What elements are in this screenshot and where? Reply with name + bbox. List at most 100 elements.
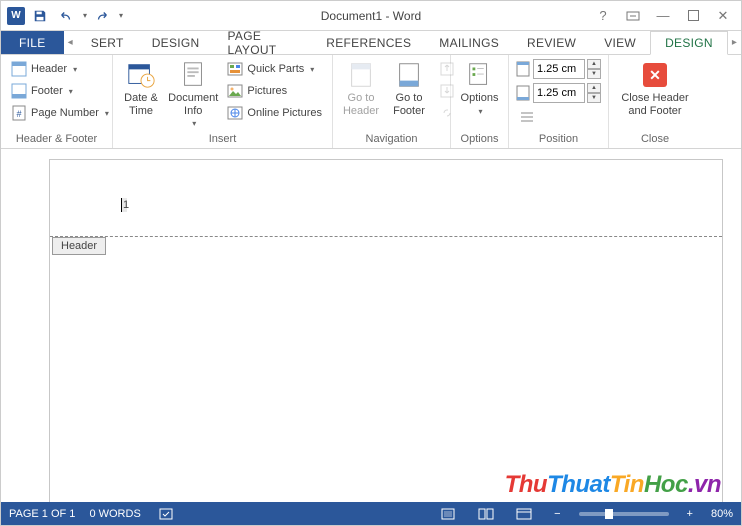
quick-parts-label: Quick Parts bbox=[247, 63, 304, 75]
tab-review[interactable]: REVIEW bbox=[513, 31, 590, 54]
pictures-button[interactable]: Pictures bbox=[223, 80, 326, 102]
close-window-button[interactable]: ✕ bbox=[709, 5, 737, 27]
zoom-level[interactable]: 80% bbox=[711, 508, 733, 520]
title-bar: W ▾ ▾ Document1 - Word ? — ✕ bbox=[1, 1, 741, 31]
goto-footer-button[interactable]: Go to Footer bbox=[387, 58, 431, 119]
print-layout-view-button[interactable] bbox=[436, 502, 460, 525]
group-label-options: Options bbox=[457, 131, 502, 148]
online-pictures-icon bbox=[227, 105, 243, 121]
page-number-label: Page Number bbox=[31, 107, 99, 119]
group-header-footer: Header▾ Footer▾ # Page Number▾ Header & … bbox=[1, 55, 113, 148]
tab-insert[interactable]: SERT bbox=[77, 31, 138, 54]
zoom-out-button[interactable]: − bbox=[550, 502, 564, 525]
quick-parts-button[interactable]: Quick Parts▾ bbox=[223, 58, 326, 80]
tab-scroll-left[interactable]: ◂ bbox=[64, 31, 77, 54]
page-number-button[interactable]: # Page Number ▾ bbox=[7, 102, 113, 124]
group-label-position: Position bbox=[515, 131, 602, 148]
footer-from-bottom-field[interactable]: ▲▼ bbox=[515, 82, 601, 104]
header-from-top-field[interactable]: ▲▼ bbox=[515, 58, 601, 80]
web-layout-view-button[interactable] bbox=[512, 502, 536, 525]
tab-page-layout[interactable]: PAGE LAYOUT bbox=[214, 31, 313, 54]
goto-footer-label: Go to Footer bbox=[393, 92, 425, 117]
spin-down[interactable]: ▼ bbox=[587, 69, 601, 79]
page[interactable]: 1 Header bbox=[49, 159, 723, 502]
undo-button[interactable] bbox=[55, 5, 77, 27]
document-info-icon bbox=[178, 60, 208, 90]
tab-scroll-right[interactable]: ▸ bbox=[728, 31, 741, 54]
online-pictures-button[interactable]: Online Pictures bbox=[223, 102, 326, 124]
group-position: ▲▼ ▲▼ Position bbox=[509, 55, 609, 148]
tab-mailings[interactable]: MAILINGS bbox=[425, 31, 513, 54]
undo-dropdown-icon[interactable]: ▾ bbox=[83, 11, 87, 20]
pictures-label: Pictures bbox=[247, 85, 287, 97]
insert-alignment-tab-button[interactable] bbox=[515, 106, 601, 128]
document-area[interactable]: 1 Header bbox=[1, 151, 741, 502]
group-label-navigation: Navigation bbox=[339, 131, 444, 148]
group-label-close: Close bbox=[615, 131, 695, 148]
save-button[interactable] bbox=[29, 5, 51, 27]
redo-button[interactable] bbox=[91, 5, 113, 27]
options-icon bbox=[465, 60, 495, 90]
help-button[interactable]: ? bbox=[589, 5, 617, 27]
chevron-down-icon: ▾ bbox=[69, 87, 73, 96]
text-cursor: 1 bbox=[121, 198, 127, 212]
spelling-icon[interactable] bbox=[155, 502, 179, 525]
quick-parts-icon bbox=[227, 61, 243, 77]
date-time-button[interactable]: Date & Time bbox=[119, 58, 163, 119]
date-time-icon bbox=[126, 60, 156, 90]
document-info-button[interactable]: Document Info ▾ bbox=[167, 58, 219, 130]
tab-header-footer-design[interactable]: DESIGN bbox=[650, 31, 728, 55]
chevron-down-icon: ▾ bbox=[73, 65, 77, 74]
goto-header-label: Go to Header bbox=[343, 92, 379, 117]
spin-up[interactable]: ▲ bbox=[587, 59, 601, 69]
svg-text:#: # bbox=[16, 109, 21, 119]
link-previous-button[interactable] bbox=[435, 102, 459, 124]
pictures-icon bbox=[227, 83, 243, 99]
word-app-icon: W bbox=[7, 7, 25, 25]
header-tag: Header bbox=[52, 237, 106, 255]
word-count[interactable]: 0 WORDS bbox=[89, 508, 140, 520]
chevron-down-icon: ▾ bbox=[192, 119, 196, 128]
previous-section-button[interactable] bbox=[435, 58, 459, 80]
close-header-footer-label: Close Header and Footer bbox=[621, 92, 688, 117]
options-button[interactable]: Options▾ bbox=[457, 58, 502, 118]
maximize-button[interactable] bbox=[679, 5, 707, 27]
footer-position-icon bbox=[515, 85, 531, 101]
tab-file[interactable]: FILE bbox=[1, 31, 64, 54]
footer-button[interactable]: Footer▾ bbox=[7, 80, 113, 102]
group-navigation: Go to Header Go to Footer Navigation bbox=[333, 55, 451, 148]
watermark-logo: ThuThuatTinHoc.vn bbox=[505, 471, 721, 499]
footer-icon bbox=[11, 83, 27, 99]
alignment-tab-icon bbox=[519, 109, 535, 125]
goto-footer-icon bbox=[394, 60, 424, 90]
header-from-top-input[interactable] bbox=[533, 59, 585, 79]
zoom-in-button[interactable]: + bbox=[683, 502, 697, 525]
tab-design[interactable]: DESIGN bbox=[138, 31, 214, 54]
read-mode-view-button[interactable] bbox=[474, 502, 498, 525]
online-pictures-label: Online Pictures bbox=[247, 107, 322, 119]
qat-customize-icon[interactable]: ▾ bbox=[119, 11, 123, 20]
previous-icon bbox=[439, 61, 455, 77]
goto-header-button[interactable]: Go to Header bbox=[339, 58, 383, 119]
spin-up[interactable]: ▲ bbox=[587, 83, 601, 93]
tab-references[interactable]: REFERENCES bbox=[312, 31, 425, 54]
zoom-slider-thumb[interactable] bbox=[605, 509, 613, 519]
chevron-down-icon: ▾ bbox=[478, 107, 482, 116]
link-icon bbox=[439, 105, 455, 121]
date-time-label: Date & Time bbox=[124, 92, 158, 117]
spin-down[interactable]: ▼ bbox=[587, 93, 601, 103]
page-indicator[interactable]: PAGE 1 OF 1 bbox=[9, 508, 75, 520]
zoom-slider[interactable] bbox=[579, 512, 669, 516]
close-header-footer-button[interactable]: ✕ Close Header and Footer bbox=[617, 58, 692, 119]
footer-from-bottom-input[interactable] bbox=[533, 83, 585, 103]
group-close: ✕ Close Header and Footer Close bbox=[609, 55, 701, 148]
ribbon: Header▾ Footer▾ # Page Number▾ Header & … bbox=[1, 55, 741, 149]
next-section-button[interactable] bbox=[435, 80, 459, 102]
header-button[interactable]: Header▾ bbox=[7, 58, 113, 80]
ribbon-display-options-button[interactable] bbox=[619, 5, 647, 27]
status-bar: PAGE 1 OF 1 0 WORDS − + 80% bbox=[1, 502, 741, 525]
minimize-button[interactable]: — bbox=[649, 5, 677, 27]
tab-view[interactable]: VIEW bbox=[590, 31, 650, 54]
document-info-label: Document Info bbox=[168, 92, 218, 117]
chevron-down-icon: ▾ bbox=[105, 109, 109, 118]
